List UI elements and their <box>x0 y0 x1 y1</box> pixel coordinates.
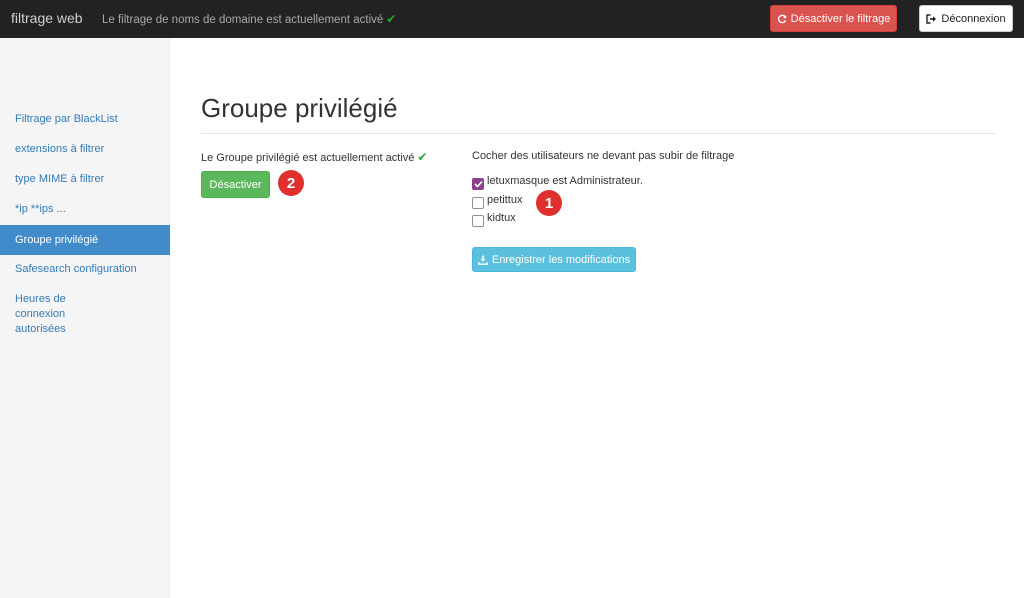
refresh-icon <box>777 14 787 24</box>
checkmark-icon <box>473 180 483 188</box>
save-changes-label: Enregistrer les modifications <box>491 253 631 266</box>
user-row-petittux: petittux <box>472 191 522 209</box>
group-status-text: Le Groupe privilégié est actuellement ac… <box>201 152 415 164</box>
deactivate-button[interactable]: Désactiver <box>201 171 270 198</box>
disable-filter-label: Désactiver le filtrage <box>790 12 891 25</box>
save-changes-button[interactable]: Enregistrer les modifications <box>472 247 636 272</box>
sidebar: Filtrage par BlackList extensions à filt… <box>0 38 170 598</box>
user-label-petittux: petittux <box>487 194 523 206</box>
sidebar-item-mime[interactable]: type MIME à filtrer <box>0 172 170 187</box>
logout-button[interactable]: Déconnexion <box>919 5 1013 32</box>
logout-label: Déconnexion <box>941 12 1006 25</box>
user-checkbox-kidtux[interactable] <box>472 215 484 227</box>
user-checkbox-letuxmasque[interactable] <box>472 178 484 190</box>
top-navbar: filtrage web Le filtrage de noms de doma… <box>0 0 1024 38</box>
user-row-letuxmasque: letuxmasque est Administrateur. <box>472 172 643 190</box>
filter-status-text: Le filtrage de noms de domaine est actue… <box>102 14 384 26</box>
group-status: Le Groupe privilégié est actuellement ac… <box>201 150 427 164</box>
annotation-badge-1: 1 <box>536 190 562 216</box>
sidebar-item-blacklist[interactable]: Filtrage par BlackList <box>0 112 170 127</box>
users-instruction: Cocher des utilisateurs ne devant pas su… <box>472 150 735 162</box>
sidebar-item-groupe-privilegie[interactable]: Groupe privilégié <box>0 225 170 255</box>
page-title: Groupe privilégié <box>201 93 398 123</box>
disable-filter-button[interactable]: Désactiver le filtrage <box>770 5 897 32</box>
check-icon: ✔ <box>386 12 397 26</box>
user-row-kidtux: kidtux <box>472 209 516 227</box>
user-checkbox-petittux[interactable] <box>472 197 484 209</box>
logout-icon <box>926 13 937 24</box>
sidebar-item-extensions[interactable]: extensions à filtrer <box>0 142 170 157</box>
sidebar-item-ips[interactable]: *ip **ips ... <box>0 202 170 217</box>
app-brand[interactable]: filtrage web <box>11 10 83 26</box>
annotation-badge-2: 2 <box>278 170 304 196</box>
sidebar-item-safesearch[interactable]: Safesearch configuration <box>0 262 170 277</box>
download-icon <box>478 255 488 265</box>
user-label-letuxmasque: letuxmasque est Administrateur. <box>487 175 643 187</box>
sidebar-item-heures-connexion[interactable]: Heures de connexion autorisées <box>0 292 130 337</box>
check-icon: ✔ <box>417 150 428 164</box>
user-label-kidtux: kidtux <box>487 212 516 224</box>
title-divider <box>201 133 995 134</box>
filter-status: Le filtrage de noms de domaine est actue… <box>102 12 396 26</box>
